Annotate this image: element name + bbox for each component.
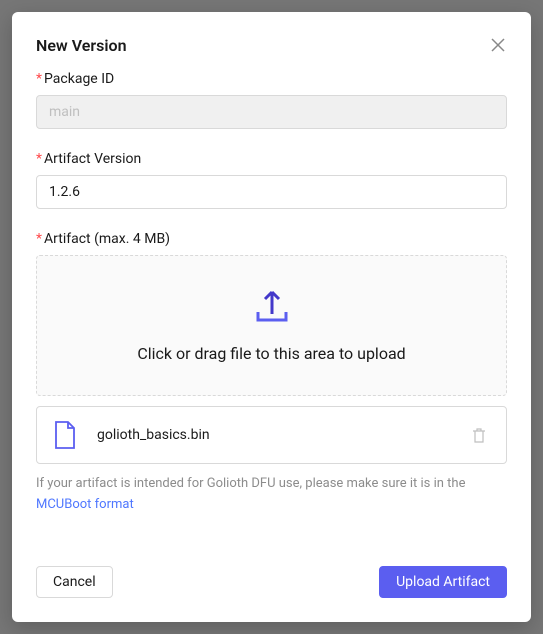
required-asterisk: * — [36, 151, 42, 167]
upload-text: Click or drag file to this area to uploa… — [53, 344, 490, 363]
upload-icon — [252, 288, 292, 328]
mcuboot-format-link[interactable]: MCUBoot format — [36, 497, 134, 512]
modal-title: New Version — [36, 36, 127, 55]
cancel-button[interactable]: Cancel — [36, 566, 113, 598]
artifact-version-label-text: Artifact Version — [44, 151, 141, 167]
artifact-label-text: Artifact (max. 4 MB) — [44, 231, 170, 247]
package-id-label-text: Package ID — [44, 71, 114, 87]
file-icon — [53, 421, 77, 449]
package-id-label: *Package ID — [36, 71, 507, 87]
close-icon — [491, 40, 505, 55]
file-name: golioth_basics.bin — [97, 427, 468, 443]
required-asterisk: * — [36, 231, 42, 247]
modal-footer: Cancel Upload Artifact — [36, 546, 507, 598]
close-button[interactable] — [489, 36, 507, 54]
new-version-modal: New Version *Package ID *Artifact Versio… — [12, 12, 531, 622]
package-id-group: *Package ID — [36, 71, 507, 129]
upload-artifact-button[interactable]: Upload Artifact — [379, 566, 507, 598]
trash-icon — [472, 431, 486, 446]
artifact-group: *Artifact (max. 4 MB) Click or drag file… — [36, 231, 507, 516]
artifact-version-label: *Artifact Version — [36, 151, 507, 167]
hint-text: If your artifact is intended for Golioth… — [36, 474, 507, 516]
required-asterisk: * — [36, 71, 42, 87]
package-id-input — [36, 95, 507, 129]
uploaded-file-item: golioth_basics.bin — [36, 406, 507, 464]
artifact-version-input[interactable] — [36, 175, 507, 209]
artifact-label: *Artifact (max. 4 MB) — [36, 231, 507, 247]
delete-file-button[interactable] — [468, 423, 490, 447]
artifact-version-group: *Artifact Version — [36, 151, 507, 209]
hint-prefix: If your artifact is intended for Golioth… — [36, 476, 466, 491]
modal-header: New Version — [36, 36, 507, 55]
upload-dropzone[interactable]: Click or drag file to this area to uploa… — [36, 255, 507, 396]
